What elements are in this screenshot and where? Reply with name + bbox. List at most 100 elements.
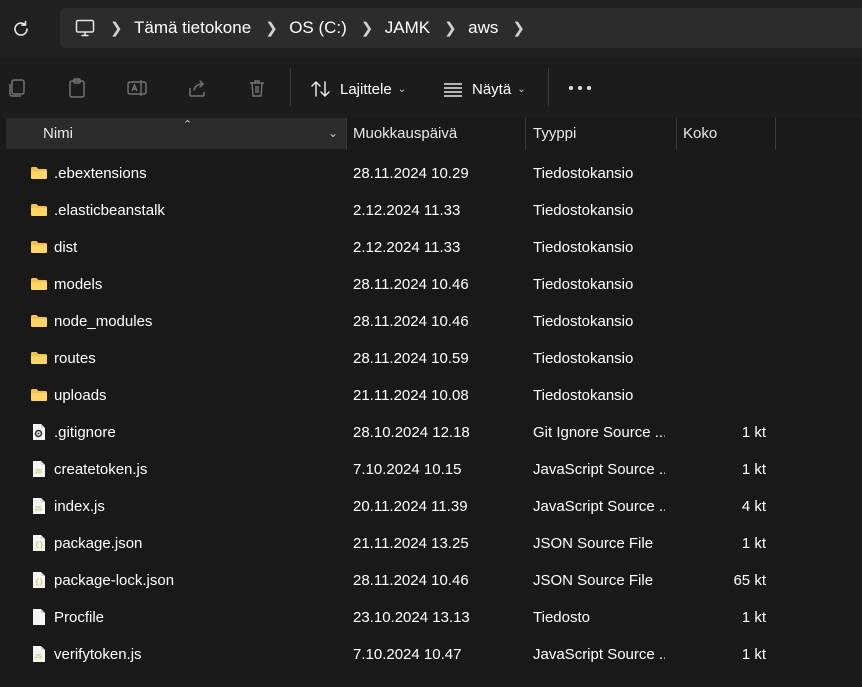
list-item[interactable]: {} package.json 21.11.2024 13.25 JSON So… [0, 525, 862, 562]
share-icon[interactable] [186, 77, 208, 99]
toolbar-divider [290, 68, 291, 106]
column-header-modified[interactable]: Muokkauspäivä [353, 118, 457, 149]
folder-icon [30, 164, 48, 182]
chevron-right-icon[interactable]: ❯ [110, 19, 123, 37]
file-name: uploads [54, 387, 107, 404]
column-header: Nimi ⌃ ⌄ Muokkauspäivä Tyyppi Koko [0, 118, 862, 150]
address-bar[interactable]: ❯ Tämä tietokone ❯ OS (C:) ❯ JAMK ❯ aws … [60, 8, 862, 48]
list-item[interactable]: uploads 21.11.2024 10.08 Tiedostokansio [0, 377, 862, 414]
file-size: 1 kt [741, 424, 766, 441]
file-type: JSON Source File [533, 535, 654, 552]
list-item[interactable]: routes 28.11.2024 10.59 Tiedostokansio [0, 340, 862, 377]
column-divider[interactable] [525, 118, 526, 150]
svg-text:JS: JS [35, 470, 42, 476]
breadcrumb-drive-c[interactable]: OS (C:) [289, 18, 347, 38]
folder-icon [30, 312, 48, 330]
file-modified: 28.11.2024 10.29 [353, 165, 469, 182]
breadcrumb-jamk[interactable]: JAMK [385, 18, 430, 38]
file-type: Tiedostokansio [533, 313, 634, 330]
file-type: Tiedostokansio [533, 276, 634, 293]
folder-icon [30, 201, 48, 219]
file-name: verifytoken.js [54, 646, 142, 663]
list-item[interactable]: models 28.11.2024 10.46 Tiedostokansio [0, 266, 862, 303]
folder-icon [30, 349, 48, 367]
folder-icon [30, 386, 48, 404]
file-modified: 28.11.2024 10.46 [353, 313, 469, 330]
list-item[interactable]: .elasticbeanstalk 2.12.2024 11.33 Tiedos… [0, 192, 862, 229]
chevron-right-icon[interactable]: ❯ [444, 19, 457, 37]
file-name: .elasticbeanstalk [54, 202, 165, 219]
file-modified: 28.10.2024 12.18 [353, 424, 470, 441]
svg-text:{}: {} [35, 579, 43, 587]
svg-text:JS: JS [35, 507, 42, 513]
file-modified: 21.11.2024 10.08 [353, 387, 469, 404]
column-header-type[interactable]: Tyyppi [533, 118, 576, 149]
list-item[interactable]: .gitignore 28.10.2024 12.18 Git Ignore S… [0, 414, 862, 451]
view-label: Näytä [472, 80, 512, 98]
file-type: JavaScript Source ... [533, 461, 665, 478]
address-bar-area: ❯ Tämä tietokone ❯ OS (C:) ❯ JAMK ❯ aws … [0, 0, 862, 58]
copy-icon[interactable] [6, 77, 28, 99]
file-name: Procfile [54, 609, 105, 626]
file-type: Tiedostokansio [533, 165, 634, 182]
file-size: 4 kt [741, 498, 766, 515]
list-item[interactable]: .ebextensions 28.11.2024 10.29 Tiedostok… [0, 155, 862, 192]
more-options-icon[interactable] [568, 84, 592, 92]
js-file-icon: JS [30, 645, 48, 663]
column-header-size[interactable]: Koko [683, 118, 717, 149]
file-type: Tiedostokansio [533, 387, 634, 404]
paste-icon[interactable] [66, 77, 88, 99]
list-item[interactable]: JS index.js 20.11.2024 11.39 JavaScript … [0, 488, 862, 525]
file-type: JavaScript Source ... [533, 646, 665, 663]
breadcrumb-aws[interactable]: aws [468, 18, 498, 38]
folder-icon [30, 275, 48, 293]
refresh-icon[interactable] [10, 18, 32, 40]
list-item[interactable]: JS verifytoken.js 7.10.2024 10.47 JavaSc… [0, 636, 862, 673]
view-button[interactable]: Näytä ⌄ [442, 78, 526, 100]
file-name: .ebextensions [54, 165, 147, 182]
sort-label: Lajittele [340, 80, 392, 98]
list-item[interactable]: node_modules 28.11.2024 10.46 Tiedostoka… [0, 303, 862, 340]
file-modified: 20.11.2024 11.39 [353, 498, 468, 515]
file-type: Tiedostokansio [533, 350, 634, 367]
view-list-icon [444, 83, 462, 97]
file-size: 1 kt [741, 609, 766, 626]
this-pc-icon[interactable] [74, 17, 96, 39]
list-item[interactable]: dist 2.12.2024 11.33 Tiedostokansio [0, 229, 862, 266]
js-file-icon: JS [30, 497, 48, 515]
json-file-icon: {} [30, 571, 48, 589]
file-modified: 23.10.2024 13.13 [353, 609, 470, 626]
file-name: index.js [54, 498, 105, 515]
file-modified: 28.11.2024 10.46 [353, 276, 469, 293]
file-modified: 7.10.2024 10.47 [353, 646, 462, 663]
rename-icon[interactable] [126, 77, 148, 99]
column-divider[interactable] [775, 118, 776, 150]
file-modified: 2.12.2024 11.33 [353, 202, 461, 219]
column-header-name[interactable]: Nimi [43, 118, 73, 149]
file-name: createtoken.js [54, 461, 148, 478]
breadcrumb-this-pc[interactable]: Tämä tietokone [134, 18, 251, 38]
column-divider[interactable] [676, 118, 677, 150]
file-name: .gitignore [54, 424, 116, 441]
delete-icon[interactable] [246, 77, 268, 99]
file-type: Tiedostokansio [533, 239, 634, 256]
file-name: dist [54, 239, 78, 256]
file-name: node_modules [54, 313, 153, 330]
file-modified: 21.11.2024 13.25 [353, 535, 469, 552]
chevron-right-icon[interactable]: ❯ [512, 19, 525, 37]
file-list: .ebextensions 28.11.2024 10.29 Tiedostok… [0, 155, 862, 673]
file-name: models [54, 276, 103, 293]
svg-text:{}: {} [35, 542, 43, 550]
file-type: JavaScript Source ... [533, 498, 665, 515]
list-item[interactable]: {} package-lock.json 28.11.2024 10.46 JS… [0, 562, 862, 599]
file-type: JSON Source File [533, 572, 654, 589]
gitignore-file-icon [30, 423, 48, 441]
list-item[interactable]: Procfile 23.10.2024 13.13 Tiedosto 1 kt [0, 599, 862, 636]
chevron-down-icon[interactable]: ⌄ [328, 126, 338, 140]
list-item[interactable]: JS createtoken.js 7.10.2024 10.15 JavaSc… [0, 451, 862, 488]
column-divider[interactable] [346, 118, 347, 150]
chevron-right-icon[interactable]: ❯ [361, 19, 374, 37]
file-modified: 2.12.2024 11.33 [353, 239, 461, 256]
chevron-right-icon[interactable]: ❯ [265, 19, 278, 37]
sort-button[interactable]: Lajittele ⌄ [310, 78, 406, 100]
